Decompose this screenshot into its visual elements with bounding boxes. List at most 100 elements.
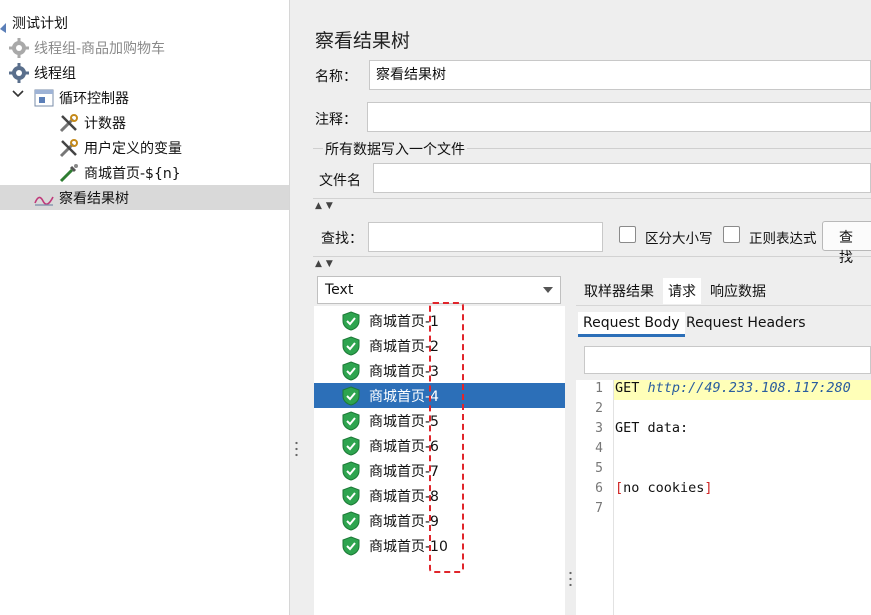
comment-label: 注释： — [315, 112, 357, 128]
splitter-grip-icon[interactable] — [569, 570, 572, 586]
test-plan-tree[interactable]: 测试计划 线程组-商品加购物车 线程组 循环控制器 计数器 用户定义的变量 商城… — [0, 0, 289, 615]
code-line-1: GET http://49.233.108.117:280 — [614, 380, 871, 400]
controller-icon — [33, 87, 55, 109]
line-number: 4 — [595, 441, 603, 456]
request-body-editor[interactable]: 1 2 3 4 5 6 7 GET http://49.233.108.117:… — [576, 380, 871, 615]
result-detail-pane: 取样器结果 请求 响应数据 Request Body Request Heade… — [576, 270, 871, 615]
case-sensitive-checkbox[interactable] — [619, 226, 636, 243]
chevron-down-icon[interactable] — [12, 88, 24, 102]
code-method: GET — [615, 380, 648, 396]
result-item[interactable]: 商城首页-8 — [314, 483, 565, 508]
view-results-tree-panel: 察看结果树 名称： 察看结果树 注释： 所有数据写入一个文件 文件名 ▲▼ 查找… — [301, 0, 871, 615]
success-shield-icon — [341, 535, 361, 556]
tree-item-label: 商城首页-${n} — [84, 165, 181, 182]
result-item-label: 商城首页-2 — [369, 338, 439, 355]
tree-item-view-results-tree[interactable]: 察看结果树 — [0, 185, 289, 210]
code-line-6: [no cookies] — [614, 480, 713, 500]
result-item[interactable]: 商城首页-2 — [314, 333, 565, 358]
config-element-icon — [58, 112, 80, 134]
line-number: 6 — [595, 481, 603, 496]
code-url: http://49.233.108.117:280 — [647, 380, 851, 396]
tree-item-label: 用户定义的变量 — [84, 140, 182, 157]
result-item[interactable]: 商城首页-10 — [314, 533, 565, 558]
result-item[interactable]: 商城首页-1 — [314, 308, 565, 333]
success-shield-icon — [341, 460, 361, 481]
name-label: 名称： — [315, 69, 357, 85]
sampler-icon — [58, 162, 80, 184]
gear-icon — [8, 62, 30, 84]
tree-item-counter[interactable]: 计数器 — [58, 110, 126, 135]
name-field[interactable]: 察看结果树 — [369, 60, 871, 90]
tree-item-label: 计数器 — [84, 115, 126, 132]
results-list[interactable]: 商城首页-1 商城首页-2 商城首页-3 商城首页-4 商城首页-5 商城首页-6 商城首页… — [314, 306, 565, 615]
success-shield-icon — [341, 435, 361, 456]
renderer-select-value: Text — [325, 282, 354, 298]
regex-checkbox[interactable] — [723, 226, 740, 243]
success-shield-icon — [341, 360, 361, 381]
result-item-label: 商城首页-8 — [369, 488, 439, 505]
tree-item-label: 线程组 — [34, 65, 76, 82]
success-shield-icon — [341, 410, 361, 431]
results-splitter[interactable] — [565, 270, 576, 615]
search-label: 查找： — [321, 231, 363, 247]
divider — [313, 198, 871, 199]
result-item[interactable]: 商城首页-4 — [314, 383, 565, 408]
main-splitter[interactable] — [289, 0, 301, 615]
tab-request[interactable]: 请求 — [663, 278, 701, 304]
renderer-select[interactable]: Text — [317, 276, 561, 304]
tab-response-data[interactable]: 响应数据 — [705, 278, 771, 304]
gear-icon — [8, 37, 30, 59]
code-bracket: ] — [704, 480, 713, 496]
regex-label: 正则表达式 — [749, 231, 817, 247]
detail-search-field[interactable] — [584, 346, 871, 374]
tab-request-headers[interactable]: Request Headers — [681, 312, 811, 334]
tree-item-thread-group-cart[interactable]: 线程组-商品加购物车 — [8, 35, 165, 60]
line-number-gutter: 1 2 3 4 5 6 7 — [576, 380, 614, 615]
splitter-grip-icon[interactable] — [295, 440, 298, 460]
search-field[interactable] — [368, 222, 603, 252]
tab-sampler-result[interactable]: 取样器结果 — [579, 278, 659, 304]
result-item[interactable]: 商城首页-7 — [314, 458, 565, 483]
success-shield-icon — [341, 335, 361, 356]
result-item-label: 商城首页-1 — [369, 313, 439, 330]
collapse-arrows-icon[interactable]: ▲▼ — [315, 201, 337, 211]
result-item[interactable]: 商城首页-5 — [314, 408, 565, 433]
tree-item-test-plan[interactable]: 测试计划 — [0, 10, 68, 35]
result-item[interactable]: 商城首页-6 — [314, 433, 565, 458]
tree-item-sampler[interactable]: 商城首页-${n} — [58, 160, 181, 185]
result-item-label: 商城首页-10 — [369, 538, 448, 555]
search-button[interactable]: 查找 — [822, 221, 871, 266]
tab-request-body[interactable]: Request Body — [578, 312, 685, 337]
filename-field[interactable] — [373, 163, 871, 193]
collapse-arrows-icon[interactable]: ▲▼ — [315, 259, 337, 269]
result-item[interactable]: 商城首页-3 — [314, 358, 565, 383]
page-title: 察看结果树 — [315, 30, 411, 52]
result-item[interactable]: 商城首页-9 — [314, 508, 565, 533]
tree-item-user-variables[interactable]: 用户定义的变量 — [58, 135, 182, 160]
listener-icon — [33, 187, 55, 209]
result-item-label: 商城首页-7 — [369, 463, 439, 480]
case-sensitive-label: 区分大小写 — [645, 231, 713, 247]
code-bracket: [ — [615, 480, 624, 496]
result-item-label: 商城首页-6 — [369, 438, 439, 455]
success-shield-icon — [341, 485, 361, 506]
tree-item-label: 测试计划 — [12, 15, 68, 32]
result-item-label: 商城首页-5 — [369, 413, 439, 430]
line-number: 2 — [595, 401, 603, 416]
line-number: 5 — [595, 461, 603, 476]
result-item-label: 商城首页-9 — [369, 513, 439, 530]
tree-item-label: 循环控制器 — [59, 90, 129, 107]
filename-label: 文件名 — [319, 173, 361, 189]
code-cookies-text: no cookies — [623, 480, 705, 496]
comment-field[interactable] — [367, 102, 871, 132]
code-line-3: GET data: — [615, 420, 689, 436]
config-element-icon — [58, 137, 80, 159]
tree-item-loop-controller[interactable]: 循环控制器 — [33, 85, 129, 110]
success-shield-icon — [341, 510, 361, 531]
line-number: 3 — [595, 421, 603, 436]
chevron-down-icon — [543, 287, 553, 293]
tree-item-label: 察看结果树 — [59, 190, 129, 207]
line-number: 1 — [595, 381, 603, 396]
tree-item-thread-group[interactable]: 线程组 — [8, 60, 76, 85]
divider — [313, 256, 871, 257]
